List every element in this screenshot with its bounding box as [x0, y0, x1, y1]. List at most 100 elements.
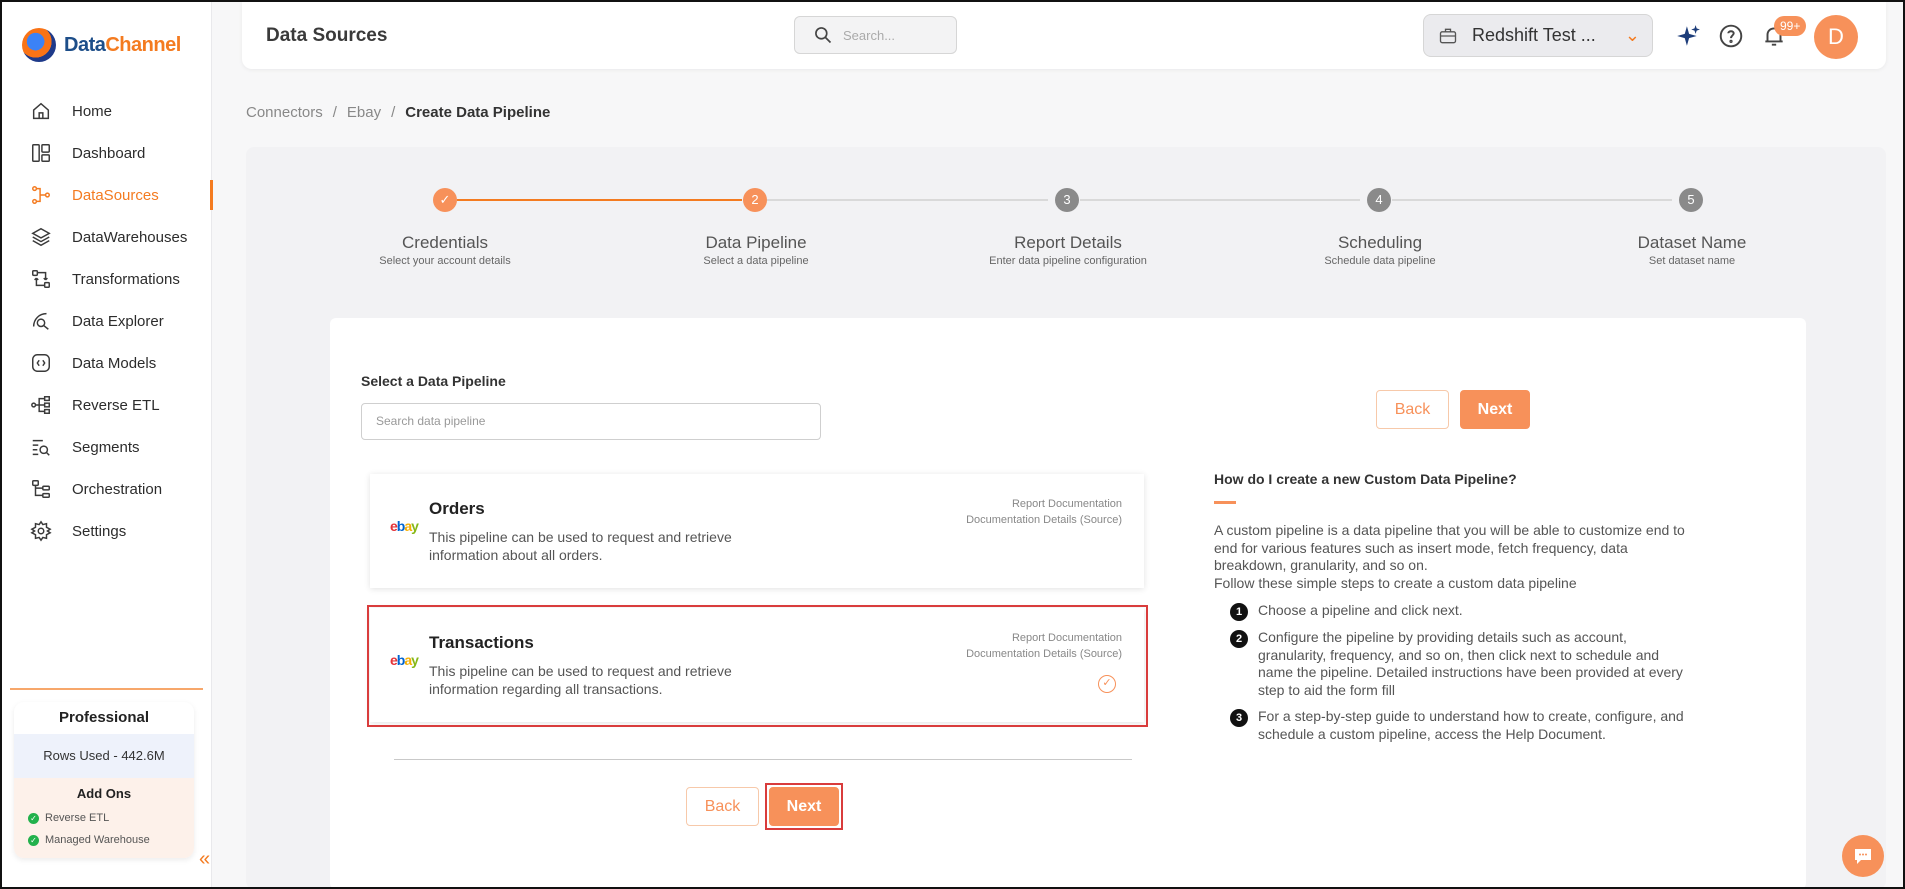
back-button-bottom[interactable]: Back	[686, 787, 759, 826]
step-1-check-icon: ✓	[433, 188, 457, 212]
sidebar-item-label: Data Explorer	[72, 312, 164, 330]
sidebar-item-label: Reverse ETL	[72, 396, 160, 414]
report-documentation-link[interactable]: Report Documentation	[966, 496, 1122, 512]
sidebar-item-reverse-etl[interactable]: Reverse ETL	[2, 384, 212, 426]
documentation-details-link[interactable]: Documentation Details (Source)	[966, 512, 1122, 528]
layers-icon	[30, 226, 52, 248]
help-accent-bar	[1214, 501, 1236, 504]
models-icon	[30, 352, 52, 374]
breadcrumb-separator: /	[332, 104, 337, 121]
search-input[interactable]: Search...	[794, 16, 957, 54]
pipeline-search-input[interactable]: Search data pipeline	[361, 403, 821, 440]
dashboard-icon	[30, 142, 52, 164]
home-icon	[30, 100, 52, 122]
explorer-icon	[30, 310, 52, 332]
sidebar-nav: Home Dashboard DataSources DataWarehouse…	[2, 90, 213, 552]
step-connector	[1392, 199, 1672, 201]
avatar[interactable]: D	[1814, 15, 1858, 59]
next-button-bottom[interactable]: Next	[769, 787, 839, 826]
sidebar-item-label: Segments	[72, 438, 140, 456]
sidebar-item-orchestration[interactable]: Orchestration	[2, 468, 212, 510]
briefcase-icon	[1439, 28, 1457, 43]
pipeline-description: This pipeline can be used to request and…	[429, 529, 732, 563]
back-button-top[interactable]: Back	[1376, 390, 1449, 429]
brand-logo[interactable]: DataChannel	[22, 28, 181, 62]
plan-divider	[10, 688, 203, 690]
step-5-sub: Set dataset name	[1648, 255, 1736, 267]
pipeline-card-transactions[interactable]: ebay Transactions This pipeline can be u…	[370, 608, 1144, 722]
sidebar-item-label: DataSources	[72, 186, 159, 204]
check-icon: ✓	[28, 812, 39, 824]
field-label: Select a Data Pipeline	[361, 373, 506, 389]
workspace-select[interactable]: Redshift Test ... ⌄	[1423, 14, 1653, 57]
sidebar-item-data-models[interactable]: Data Models	[2, 342, 212, 384]
step-5-indicator: 5	[1679, 188, 1703, 212]
pipeline-name: Orders	[429, 499, 485, 518]
pipeline-name: Transactions	[429, 633, 534, 652]
plan-card: Professional Rows Used - 442.6M Add Ons …	[14, 702, 194, 858]
sidebar-item-data-explorer[interactable]: Data Explorer	[2, 300, 212, 342]
help-title: How do I create a new Custom Data Pipeli…	[1214, 471, 1517, 487]
next-button-top[interactable]: Next	[1460, 390, 1530, 429]
breadcrumb: Connectors / Ebay / Create Data Pipeline	[246, 104, 550, 121]
addons-section: Add Ons ✓ Reverse ETL ✓ Managed Warehouse	[14, 778, 194, 858]
step-5-label: Dataset Name	[1637, 233, 1747, 252]
chevron-down-icon: ⌄	[1624, 25, 1640, 45]
pipeline-links: Report Documentation Documentation Detai…	[966, 496, 1122, 528]
brand-name: DataChannel	[64, 33, 181, 56]
sidebar-item-label: Home	[72, 102, 113, 120]
report-documentation-link[interactable]: Report Documentation	[966, 630, 1122, 646]
logo-mark-icon	[22, 28, 56, 62]
sparkle-icon[interactable]	[1674, 22, 1702, 50]
step-2-indicator: 2	[743, 188, 767, 212]
step-connector	[767, 199, 1048, 201]
addon-item: ✓ Reverse ETL	[14, 807, 194, 829]
pipeline-card-orders[interactable]: ebay Orders This pipeline can be used to…	[370, 474, 1144, 588]
addon-item: ✓ Managed Warehouse	[14, 829, 194, 851]
sidebar-item-label: Data Models	[72, 354, 157, 372]
sidebar-item-label: Settings	[72, 522, 127, 540]
chat-icon[interactable]	[1842, 835, 1884, 877]
transformations-icon	[30, 268, 52, 290]
sidebar-item-label: DataWarehouses	[72, 228, 188, 246]
help-paragraph: A custom pipeline is a data pipeline tha…	[1214, 522, 1685, 591]
addons-title: Add Ons	[76, 786, 132, 801]
step-1-label: Credentials	[402, 233, 488, 252]
sidebar-item-transformations[interactable]: Transformations	[2, 258, 212, 300]
sidebar-item-datawarehouses[interactable]: DataWarehouses	[2, 216, 212, 258]
step-1-sub: Select your account details	[379, 255, 511, 267]
reverse-etl-icon	[30, 394, 52, 416]
check-icon: ✓	[28, 834, 39, 846]
documentation-details-link[interactable]: Documentation Details (Source)	[966, 646, 1122, 662]
step-4-sub: Schedule data pipeline	[1324, 255, 1436, 267]
help-icon[interactable]	[1717, 22, 1745, 50]
rows-used: Rows Used - 442.6M	[14, 734, 194, 778]
search-icon	[815, 27, 832, 44]
step-3-label: Report Details	[1014, 233, 1122, 252]
sidebar-item-label: Dashboard	[72, 144, 146, 162]
divider	[394, 759, 1132, 760]
sidebar-item-label: Orchestration	[72, 480, 163, 498]
step-3-indicator: 3	[1055, 188, 1079, 212]
help-step: 1 Choose a pipeline and click next.	[1230, 602, 1690, 621]
gear-icon	[30, 520, 52, 542]
collapse-sidebar-icon[interactable]: «	[199, 848, 210, 871]
step-2-sub: Select a data pipeline	[703, 255, 809, 267]
sidebar-item-segments[interactable]: Segments	[2, 426, 212, 468]
step-connector	[1080, 199, 1360, 201]
sidebar-item-settings[interactable]: Settings	[2, 510, 212, 552]
ebay-logo-icon: ebay	[390, 652, 419, 668]
breadcrumb-ebay[interactable]: Ebay	[347, 104, 381, 121]
top-header: Data Sources Search... Redshift Test ...…	[242, 2, 1886, 69]
step-3-sub: Enter data pipeline configuration	[989, 255, 1147, 267]
breadcrumb-current: Create Data Pipeline	[405, 104, 551, 121]
orchestration-icon	[30, 478, 52, 500]
datasources-icon	[30, 184, 52, 206]
help-step: 2 Configure the pipeline by providing det…	[1230, 629, 1690, 699]
sidebar-item-datasources[interactable]: DataSources	[2, 174, 213, 216]
notification-badge: 99+	[1774, 16, 1807, 36]
step-4-label: Scheduling	[1337, 233, 1423, 252]
sidebar-item-dashboard[interactable]: Dashboard	[2, 132, 212, 174]
sidebar-item-home[interactable]: Home	[2, 90, 212, 132]
breadcrumb-connectors[interactable]: Connectors	[246, 104, 323, 121]
